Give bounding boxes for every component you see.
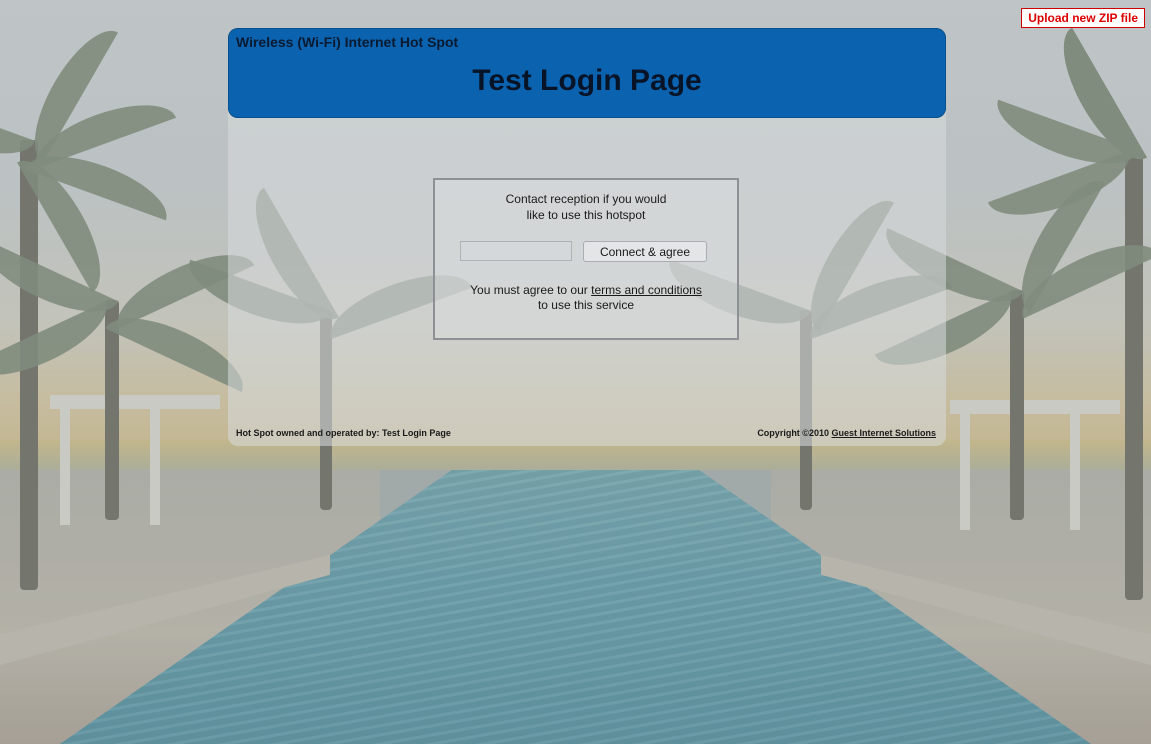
contact-line-2: like to use this hotspot: [526, 208, 646, 222]
login-panel: Wireless (Wi-Fi) Internet Hot Spot Test …: [228, 28, 946, 446]
terms-notice: You must agree to our terms and conditio…: [435, 283, 737, 313]
terms-prefix: You must agree to our: [470, 283, 588, 297]
access-code-input[interactable]: [460, 241, 572, 261]
login-box: Contact reception if you would like to u…: [433, 178, 739, 340]
page-title: Test Login Page: [472, 64, 702, 97]
terms-suffix: to use this service: [537, 298, 635, 312]
footer-copyright: Copyright ©2010 Guest Internet Solutions: [757, 428, 936, 438]
upload-zip-link[interactable]: Upload new ZIP file: [1021, 8, 1145, 28]
page-header: Wireless (Wi-Fi) Internet Hot Spot Test …: [228, 28, 946, 118]
company-link[interactable]: Guest Internet Solutions: [831, 428, 936, 438]
contact-instructions: Contact reception if you would like to u…: [435, 191, 737, 223]
header-subtitle: Wireless (Wi-Fi) Internet Hot Spot: [236, 34, 459, 50]
footer-owner: Hot Spot owned and operated by: Test Log…: [236, 428, 451, 438]
terms-link[interactable]: terms and conditions: [591, 283, 702, 297]
copyright-text: Copyright ©2010: [757, 428, 829, 438]
contact-line-1: Contact reception if you would: [505, 192, 667, 206]
connect-agree-button[interactable]: Connect & agree: [583, 241, 707, 262]
